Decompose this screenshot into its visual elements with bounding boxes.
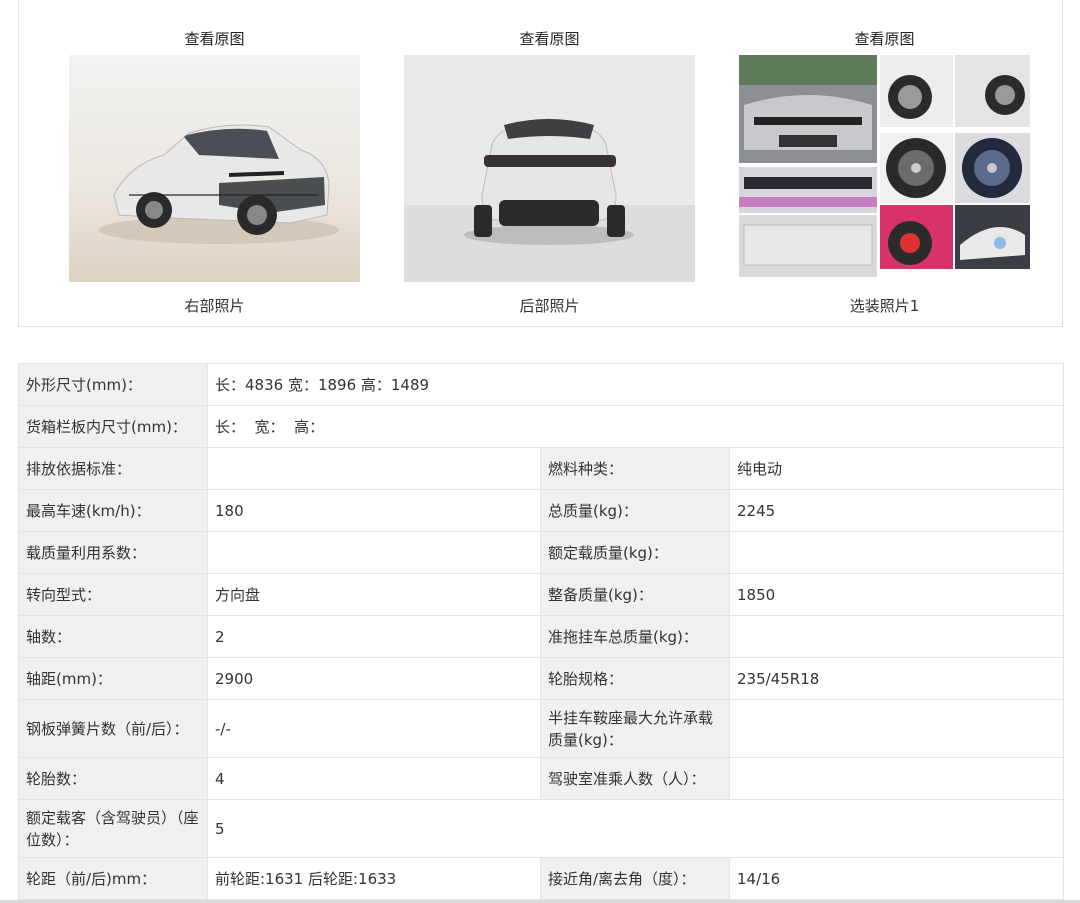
wheel-detail-photo — [880, 55, 953, 127]
spec-value — [207, 447, 541, 490]
photo-gallery: 查看原图 右部照片 查看原图 后部照片 查看原图 选装照片1 — [18, 0, 1063, 327]
front-detail-photo — [739, 55, 877, 163]
spec-value — [729, 615, 1064, 658]
table-row: 最高车速(km/h)： 180 总质量(kg)： 2245 — [18, 489, 1064, 532]
photo-caption: 后部照片 — [519, 297, 580, 315]
spec-label: 轮距（前/后)mm： — [18, 857, 208, 900]
side-detail-photo — [955, 55, 1030, 127]
table-row: 外形尺寸(mm)： 长：4836 宽：1896 高：1489 — [18, 363, 1064, 406]
table-row: 货箱栏板内尺寸(mm)： 长： 宽： 高： — [18, 405, 1064, 448]
spec-label: 外形尺寸(mm)： — [18, 363, 208, 406]
table-row: 轮距（前/后)mm： 前轮距:1631 后轮距:1633 接近角/离去角（度）：… — [18, 857, 1064, 900]
spec-label: 货箱栏板内尺寸(mm)： — [18, 405, 208, 448]
rim-photo-a — [880, 133, 953, 203]
spec-value: 长：4836 宽：1896 高：1489 — [207, 363, 1064, 406]
optional-photo-collage[interactable] — [739, 55, 1030, 282]
tail-light-photo — [739, 167, 877, 213]
table-row: 轴距(mm)： 2900 轮胎规格： 235/45R18 — [18, 657, 1064, 700]
spec-label: 燃料种类： — [540, 447, 730, 490]
spec-value — [729, 757, 1064, 800]
spec-label: 转向型式： — [18, 573, 208, 616]
rear-badge-photo — [739, 215, 877, 277]
view-original-link[interactable]: 查看原图 — [739, 28, 1030, 49]
spec-label: 驾驶室准乘人数（人）： — [540, 757, 730, 800]
table-row: 钢板弹簧片数（前/后）： -/- 半挂车鞍座最大允许承载质量(kg)： — [18, 699, 1064, 758]
spec-value: 长： 宽： 高： — [207, 405, 1064, 448]
spec-value — [729, 531, 1064, 574]
table-row: 额定载客（含驾驶员）（座位数）： 5 — [18, 799, 1064, 858]
spec-value: 纯电动 — [729, 447, 1064, 490]
spec-value: 2 — [207, 615, 541, 658]
right-side-car-photo[interactable] — [69, 55, 360, 282]
spec-label: 轴距(mm)： — [18, 657, 208, 700]
headlight-photo — [955, 205, 1030, 269]
spec-label: 额定载质量(kg)： — [540, 531, 730, 574]
spec-value: 1850 — [729, 573, 1064, 616]
spec-value: 方向盘 — [207, 573, 541, 616]
spec-value: 14/16 — [729, 857, 1064, 900]
vehicle-spec-table: 外形尺寸(mm)： 长：4836 宽：1896 高：1489 货箱栏板内尺寸(m… — [18, 363, 1064, 900]
spec-value: 180 — [207, 489, 541, 532]
table-row: 轮胎数： 4 驾驶室准乘人数（人）： — [18, 757, 1064, 800]
spec-label: 半挂车鞍座最大允许承载质量(kg)： — [540, 699, 730, 758]
spec-value: 5 — [207, 799, 1064, 858]
spec-label: 轴数： — [18, 615, 208, 658]
table-row: 排放依据标准： 燃料种类： 纯电动 — [18, 447, 1064, 490]
view-original-link[interactable]: 查看原图 — [69, 28, 360, 49]
spec-label: 整备质量(kg)： — [540, 573, 730, 616]
spec-value: 2900 — [207, 657, 541, 700]
red-caliper-photo — [880, 205, 953, 269]
rear-car-photo[interactable] — [404, 55, 695, 282]
spec-value: 4 — [207, 757, 541, 800]
spec-value: 235/45R18 — [729, 657, 1064, 700]
spec-label: 总质量(kg)： — [540, 489, 730, 532]
spec-value — [207, 531, 541, 574]
table-row: 载质量利用系数： 额定载质量(kg)： — [18, 531, 1064, 574]
spec-value: 前轮距:1631 后轮距:1633 — [207, 857, 541, 900]
spec-label: 载质量利用系数： — [18, 531, 208, 574]
spec-label: 最高车速(km/h)： — [18, 489, 208, 532]
spec-value: 2245 — [729, 489, 1064, 532]
spec-value — [729, 699, 1064, 758]
spec-label: 额定载客（含驾驶员）（座位数）： — [18, 799, 208, 858]
spec-label: 准拖挂车总质量(kg)： — [540, 615, 730, 658]
table-row: 轴数： 2 准拖挂车总质量(kg)： — [18, 615, 1064, 658]
spec-label: 排放依据标准： — [18, 447, 208, 490]
rim-photo-b — [955, 133, 1030, 203]
spec-label: 接近角/离去角（度）： — [540, 857, 730, 900]
spec-label: 钢板弹簧片数（前/后）： — [18, 699, 208, 758]
photo-caption: 选装照片1 — [849, 297, 920, 315]
view-original-link[interactable]: 查看原图 — [404, 28, 695, 49]
spec-value: -/- — [207, 699, 541, 758]
photo-caption: 右部照片 — [184, 297, 245, 315]
spec-label: 轮胎数： — [18, 757, 208, 800]
spec-label: 轮胎规格： — [540, 657, 730, 700]
table-row: 转向型式： 方向盘 整备质量(kg)： 1850 — [18, 573, 1064, 616]
